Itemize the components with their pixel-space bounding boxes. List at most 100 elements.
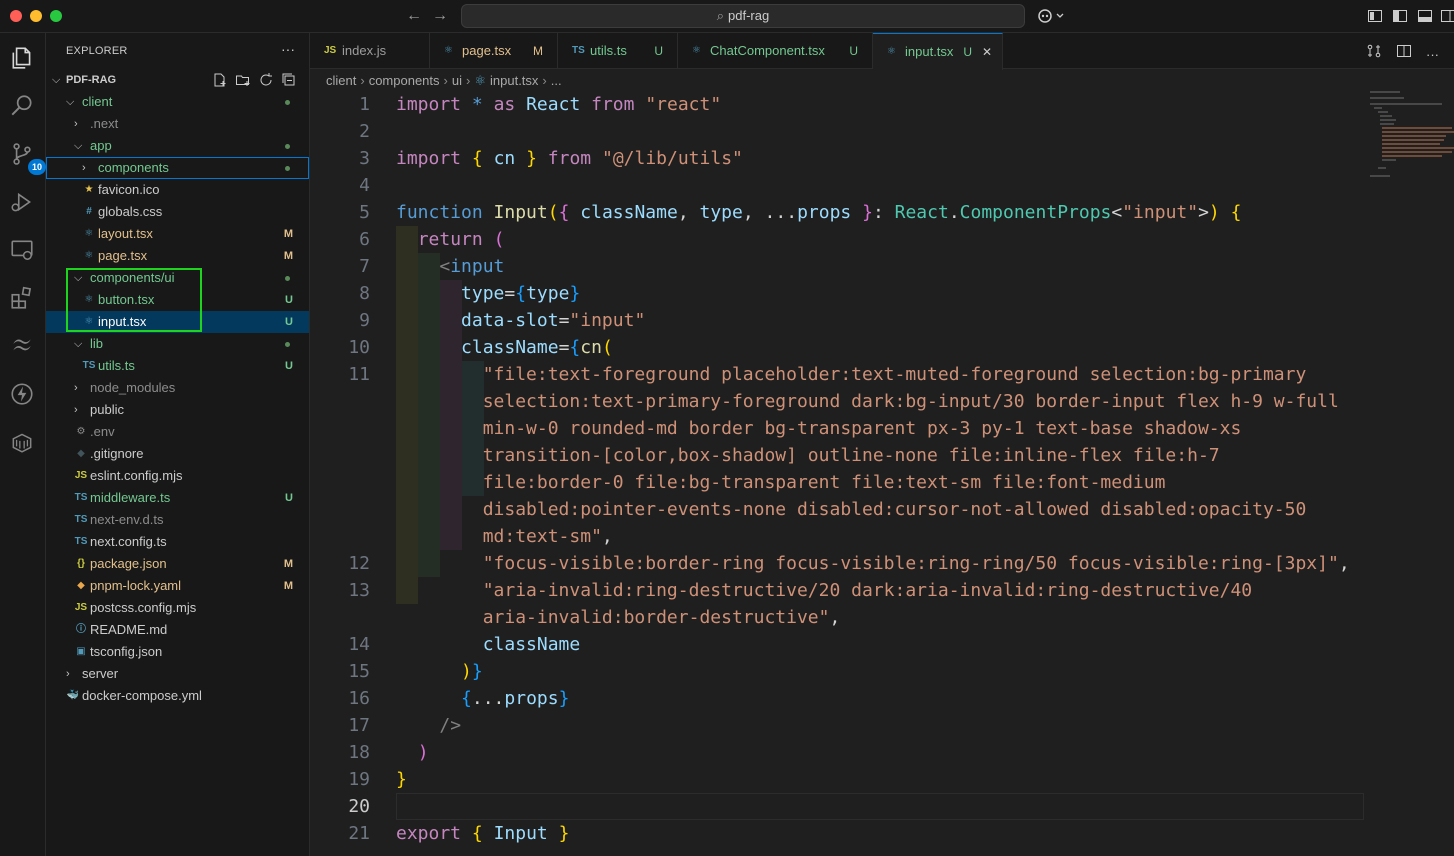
thunder-icon[interactable] xyxy=(9,381,37,409)
code-text: disabled:pointer-events-none disabled:cu… xyxy=(396,496,1307,523)
code-text: export { Input } xyxy=(396,820,569,847)
line-number: 3 xyxy=(359,148,370,169)
file-type-icon: TS xyxy=(572,45,585,56)
file-item[interactable]: ⚙ .env xyxy=(46,421,309,443)
workspace-root[interactable]: ⌵ PDF-RAG xyxy=(46,69,309,91)
file-item[interactable]: TS next.config.ts xyxy=(46,531,309,553)
file-item[interactable]: ◆ pnpm-lock.yaml M xyxy=(46,575,309,597)
more-actions-icon[interactable]: ··· xyxy=(281,41,295,57)
close-window-button[interactable] xyxy=(10,10,22,22)
code-token: { xyxy=(569,337,581,358)
extensions-icon[interactable] xyxy=(9,285,37,313)
tab-status: U xyxy=(654,44,663,58)
code-line: 6 return ( xyxy=(310,226,1370,253)
file-item[interactable]: ⚛ button.tsx U xyxy=(46,289,309,311)
file-item[interactable]: TS next-env.d.ts xyxy=(46,509,309,531)
folder-item[interactable]: › node_modules xyxy=(46,377,309,399)
file-item[interactable]: ⚛ page.tsx M xyxy=(46,245,309,267)
file-item[interactable]: ⚛ input.tsx U xyxy=(46,311,309,333)
chevron-right-icon: › xyxy=(82,162,86,174)
remote-explorer-icon[interactable] xyxy=(9,237,37,265)
folder-item[interactable]: › components xyxy=(46,157,309,179)
command-center-search[interactable]: ⌕ pdf-rag xyxy=(461,4,1025,28)
editor-tab[interactable]: ⚛ page.tsx M xyxy=(430,33,558,69)
file-type-icon: {} xyxy=(77,558,85,569)
explorer-sidebar: EXPLORER ··· ⌵ PDF-RAG ⌵ client › .next ⌵ app… xyxy=(46,33,310,856)
close-icon[interactable]: ✕ xyxy=(982,34,992,70)
customize-layout-icon[interactable] xyxy=(1367,8,1383,24)
new-folder-icon[interactable] xyxy=(235,72,251,88)
code-line: file:border-0 file:bg-transparent file:t… xyxy=(310,469,1370,496)
file-item[interactable]: ▣ tsconfig.json xyxy=(46,641,309,663)
code-text: } xyxy=(396,766,407,793)
chevron-down-icon: ⌵ xyxy=(52,74,61,86)
toggle-sidebar-icon[interactable] xyxy=(1392,8,1408,24)
folder-item[interactable]: › public xyxy=(46,399,309,421)
tree-item-label: page.tsx xyxy=(98,248,148,263)
new-file-icon[interactable] xyxy=(212,72,228,88)
code-line: 16 {...props} xyxy=(310,685,1370,712)
folder-item[interactable]: ⌵ app xyxy=(46,135,309,157)
explorer-icon[interactable] xyxy=(9,45,37,73)
file-item[interactable]: TS middleware.ts U xyxy=(46,487,309,509)
file-item[interactable]: JS postcss.config.mjs xyxy=(46,597,309,619)
toggle-panel-icon[interactable] xyxy=(1417,8,1433,24)
toggle-secondary-sidebar-icon[interactable] xyxy=(1440,8,1454,24)
refresh-icon[interactable] xyxy=(258,72,274,88)
tailwind-icon[interactable] xyxy=(9,333,37,361)
breadcrumb-item[interactable]: client xyxy=(326,73,356,88)
run-debug-icon[interactable] xyxy=(9,189,37,217)
file-type-icon: TS xyxy=(74,536,88,547)
collapse-all-icon[interactable] xyxy=(281,72,297,88)
file-type-icon: ⚛ xyxy=(84,250,94,261)
editor-tab[interactable]: ⚛ ChatComponent.tsx U xyxy=(678,33,873,69)
code-line: aria-invalid:border-destructive", xyxy=(310,604,1370,631)
minimize-window-button[interactable] xyxy=(30,10,42,22)
code-token: } xyxy=(558,688,570,709)
breadcrumb-item[interactable]: ... xyxy=(551,73,562,88)
file-item[interactable]: ⚛ layout.tsx M xyxy=(46,223,309,245)
folder-item[interactable]: › server xyxy=(46,663,309,685)
breadcrumb-item[interactable]: input.tsx xyxy=(490,73,538,88)
source-control-icon[interactable]: 10 xyxy=(9,141,46,175)
file-type-icon: TS xyxy=(74,514,88,525)
maximize-window-button[interactable] xyxy=(50,10,62,22)
forward-arrow-icon[interactable]: → xyxy=(430,6,450,26)
editor-tab[interactable]: ⚛ input.tsx U ✕ xyxy=(873,33,1003,70)
copilot-icon[interactable] xyxy=(1037,8,1067,24)
git-status-badge: U xyxy=(285,316,293,328)
folder-item[interactable]: ⌵ components/ui xyxy=(46,267,309,289)
folder-item[interactable]: › .next xyxy=(46,113,309,135)
code-editor[interactable]: 1 import * as React from "react" 2 3 import … xyxy=(310,91,1370,847)
more-icon[interactable]: ··· xyxy=(1426,48,1442,64)
file-item[interactable]: {} package.json M xyxy=(46,553,309,575)
docker-icon[interactable] xyxy=(9,429,37,457)
line-number: 5 xyxy=(359,202,370,223)
editor-tab[interactable]: JS index.js xyxy=(310,33,430,69)
file-item[interactable]: TS utils.ts U xyxy=(46,355,309,377)
file-item[interactable]: ★ favicon.ico xyxy=(46,179,309,201)
git-status-badge: M xyxy=(283,558,293,570)
code-line: 7 <input xyxy=(310,253,1370,280)
minimap[interactable] xyxy=(1370,89,1454,179)
code-token: function xyxy=(396,202,483,223)
file-item[interactable]: ⓘ README.md xyxy=(46,619,309,641)
file-item[interactable]: # globals.css xyxy=(46,201,309,223)
file-item[interactable]: 🐳 docker-compose.yml xyxy=(46,685,309,707)
search-icon[interactable] xyxy=(9,93,37,121)
breadcrumb-item[interactable]: components xyxy=(369,73,440,88)
file-item[interactable]: JS eslint.config.mjs xyxy=(46,465,309,487)
split-editor-icon[interactable] xyxy=(1396,43,1412,59)
folder-item[interactable]: ⌵ client xyxy=(46,91,309,113)
file-item[interactable]: ◆ .gitignore xyxy=(46,443,309,465)
code-token: type xyxy=(526,283,570,304)
editor-tab[interactable]: TS utils.ts U xyxy=(558,33,678,69)
breadcrumb-item[interactable]: ui xyxy=(452,73,462,88)
code-line: 11 "file:text-foreground placeholder:tex… xyxy=(310,361,1370,388)
compare-changes-icon[interactable] xyxy=(1366,43,1382,59)
back-arrow-icon[interactable]: ← xyxy=(404,6,424,26)
folder-item[interactable]: ⌵ lib xyxy=(46,333,309,355)
code-token: ... xyxy=(471,688,505,709)
